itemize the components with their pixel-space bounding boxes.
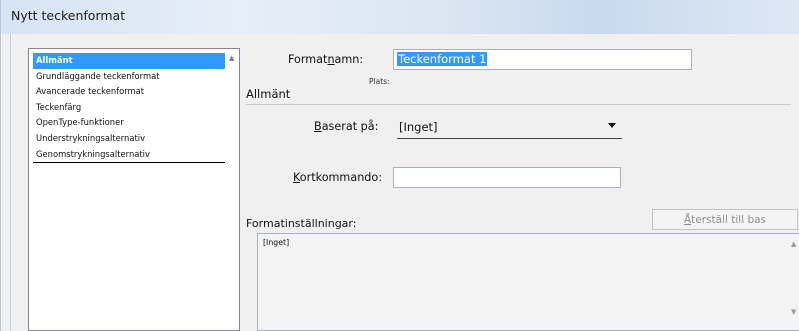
title-bar[interactable]: Nytt teckenformat <box>1 0 799 34</box>
based-on-dropdown[interactable]: [Inget] <box>397 118 622 139</box>
shortcut-label: Kortkommando: <box>293 171 382 184</box>
scroll-up-icon[interactable]: ▲ <box>791 240 796 248</box>
settings-text: [Inget] <box>263 238 290 247</box>
format-name-label: Formatnamn: <box>288 53 364 66</box>
dialog-window: Nytt teckenformat Allmänt Grundläggande … <box>0 0 799 331</box>
shortcut-input[interactable] <box>393 167 621 188</box>
based-on-value: [Inget] <box>399 120 438 134</box>
format-name-input[interactable]: Teckenformat 1 <box>393 49 692 70</box>
sidebar-item-avancerade[interactable]: Avancerade teckenformat <box>33 84 225 100</box>
chevron-down-icon <box>608 123 616 128</box>
section-title: Allmänt <box>246 87 291 101</box>
sidebar-item-understrykning[interactable]: Understrykningsalternativ <box>33 131 225 147</box>
scroll-up-icon[interactable]: ▲ <box>229 55 235 62</box>
scroll-down-icon[interactable]: ▼ <box>791 308 796 316</box>
based-on-label: Baserat på: <box>314 120 379 133</box>
sidebar-item-grundlaggande[interactable]: Grundläggande teckenformat <box>33 69 225 85</box>
sidebar-item-allmant[interactable]: Allmänt <box>33 53 225 69</box>
location-label: Plats: <box>369 77 390 86</box>
sidebar-item-genomstrykning[interactable]: Genomstrykningsalternativ <box>33 147 225 163</box>
settings-box: [Inget] ▲ ▼ <box>257 233 799 331</box>
settings-label: Formatinställningar: <box>246 217 357 230</box>
category-items: Allmänt Grundläggande teckenformat Avanc… <box>33 53 225 164</box>
sidebar-item-teckenfarg[interactable]: Teckenfärg <box>33 100 225 116</box>
category-list[interactable]: Allmänt Grundläggande teckenformat Avanc… <box>28 48 240 331</box>
section-divider <box>246 104 791 105</box>
reset-to-base-button[interactable]: Återställ till bas <box>652 209 798 230</box>
window-title: Nytt teckenformat <box>11 8 126 23</box>
sidebar-item-opentype[interactable]: OpenType-funktioner <box>33 115 225 131</box>
format-name-value: Teckenformat 1 <box>397 52 488 66</box>
